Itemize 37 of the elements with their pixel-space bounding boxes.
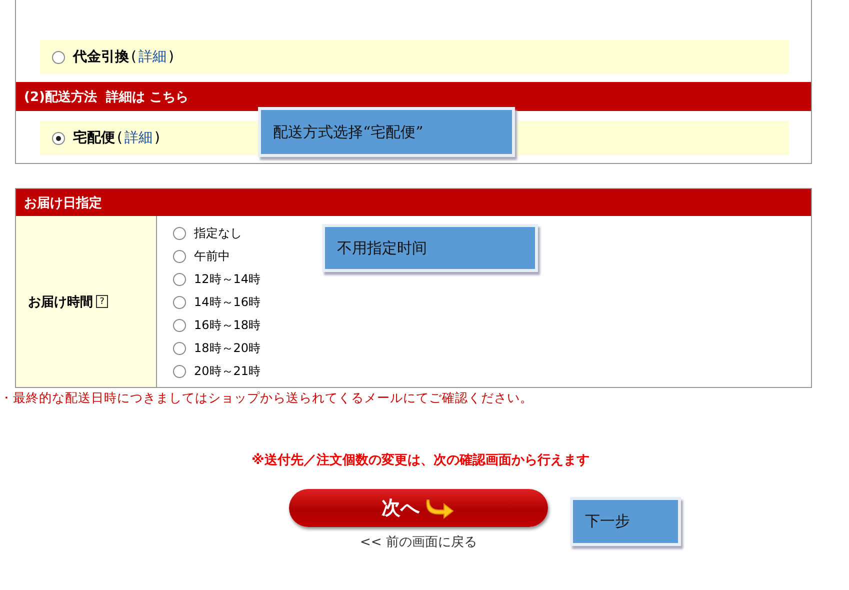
time-option-label[interactable]: 20時～21時 <box>194 363 261 380</box>
radio-button[interactable] <box>52 50 65 64</box>
radio-button[interactable] <box>173 319 186 332</box>
help-icon[interactable]: ? <box>96 295 108 308</box>
time-option-label[interactable]: 18時～20時 <box>194 340 261 357</box>
radio-button[interactable] <box>173 227 186 240</box>
radio-button[interactable] <box>173 365 186 378</box>
paren-text: ( <box>117 130 122 146</box>
radio-button[interactable] <box>173 296 186 309</box>
time-option-label[interactable]: 12時～14時 <box>194 271 261 288</box>
option-row[interactable]: 代金引換(詳細) <box>40 40 789 74</box>
paren-text: ( <box>131 49 136 65</box>
section-header: お届け日指定 <box>16 189 811 216</box>
time-option-label[interactable]: 14時～16時 <box>194 294 261 311</box>
section-header: (2)配送方法 詳細は こちら <box>16 82 811 111</box>
arrow-icon <box>426 497 456 519</box>
detail-link[interactable]: 詳細 <box>138 48 166 66</box>
time-option-label[interactable]: 午前中 <box>194 248 230 265</box>
note-text: ・最終的な配送日時につきましてはショップから送られてくるメールにてご確認ください。 <box>0 390 534 407</box>
paren-text: ) <box>168 49 174 65</box>
option-label: 宅配便 <box>73 129 115 147</box>
field-label: お届け時間 <box>28 294 93 310</box>
radio-button[interactable] <box>173 342 186 355</box>
notice-text: ※送付先／注文個数の変更は、次の確認画面から行えます <box>250 452 590 469</box>
back-link[interactable]: << 前の画面に戻る <box>360 533 477 551</box>
option-label: 代金引換 <box>73 48 129 66</box>
detail-link[interactable]: 詳細 <box>124 129 152 147</box>
next-button[interactable]: 次へ <box>289 489 548 527</box>
annotation-tooltip: 下一步 <box>570 497 681 546</box>
annotation-tooltip: 配送方式选择“宅配便” <box>258 107 515 157</box>
radio-button[interactable] <box>173 250 186 263</box>
paren-text: ) <box>154 130 160 146</box>
annotation-tooltip: 不用指定时间 <box>322 224 538 272</box>
time-option-label[interactable]: 16時～18時 <box>194 317 261 334</box>
radio-button[interactable] <box>173 273 186 286</box>
radio-button[interactable] <box>52 132 65 144</box>
time-option-label[interactable]: 指定なし <box>194 225 242 242</box>
